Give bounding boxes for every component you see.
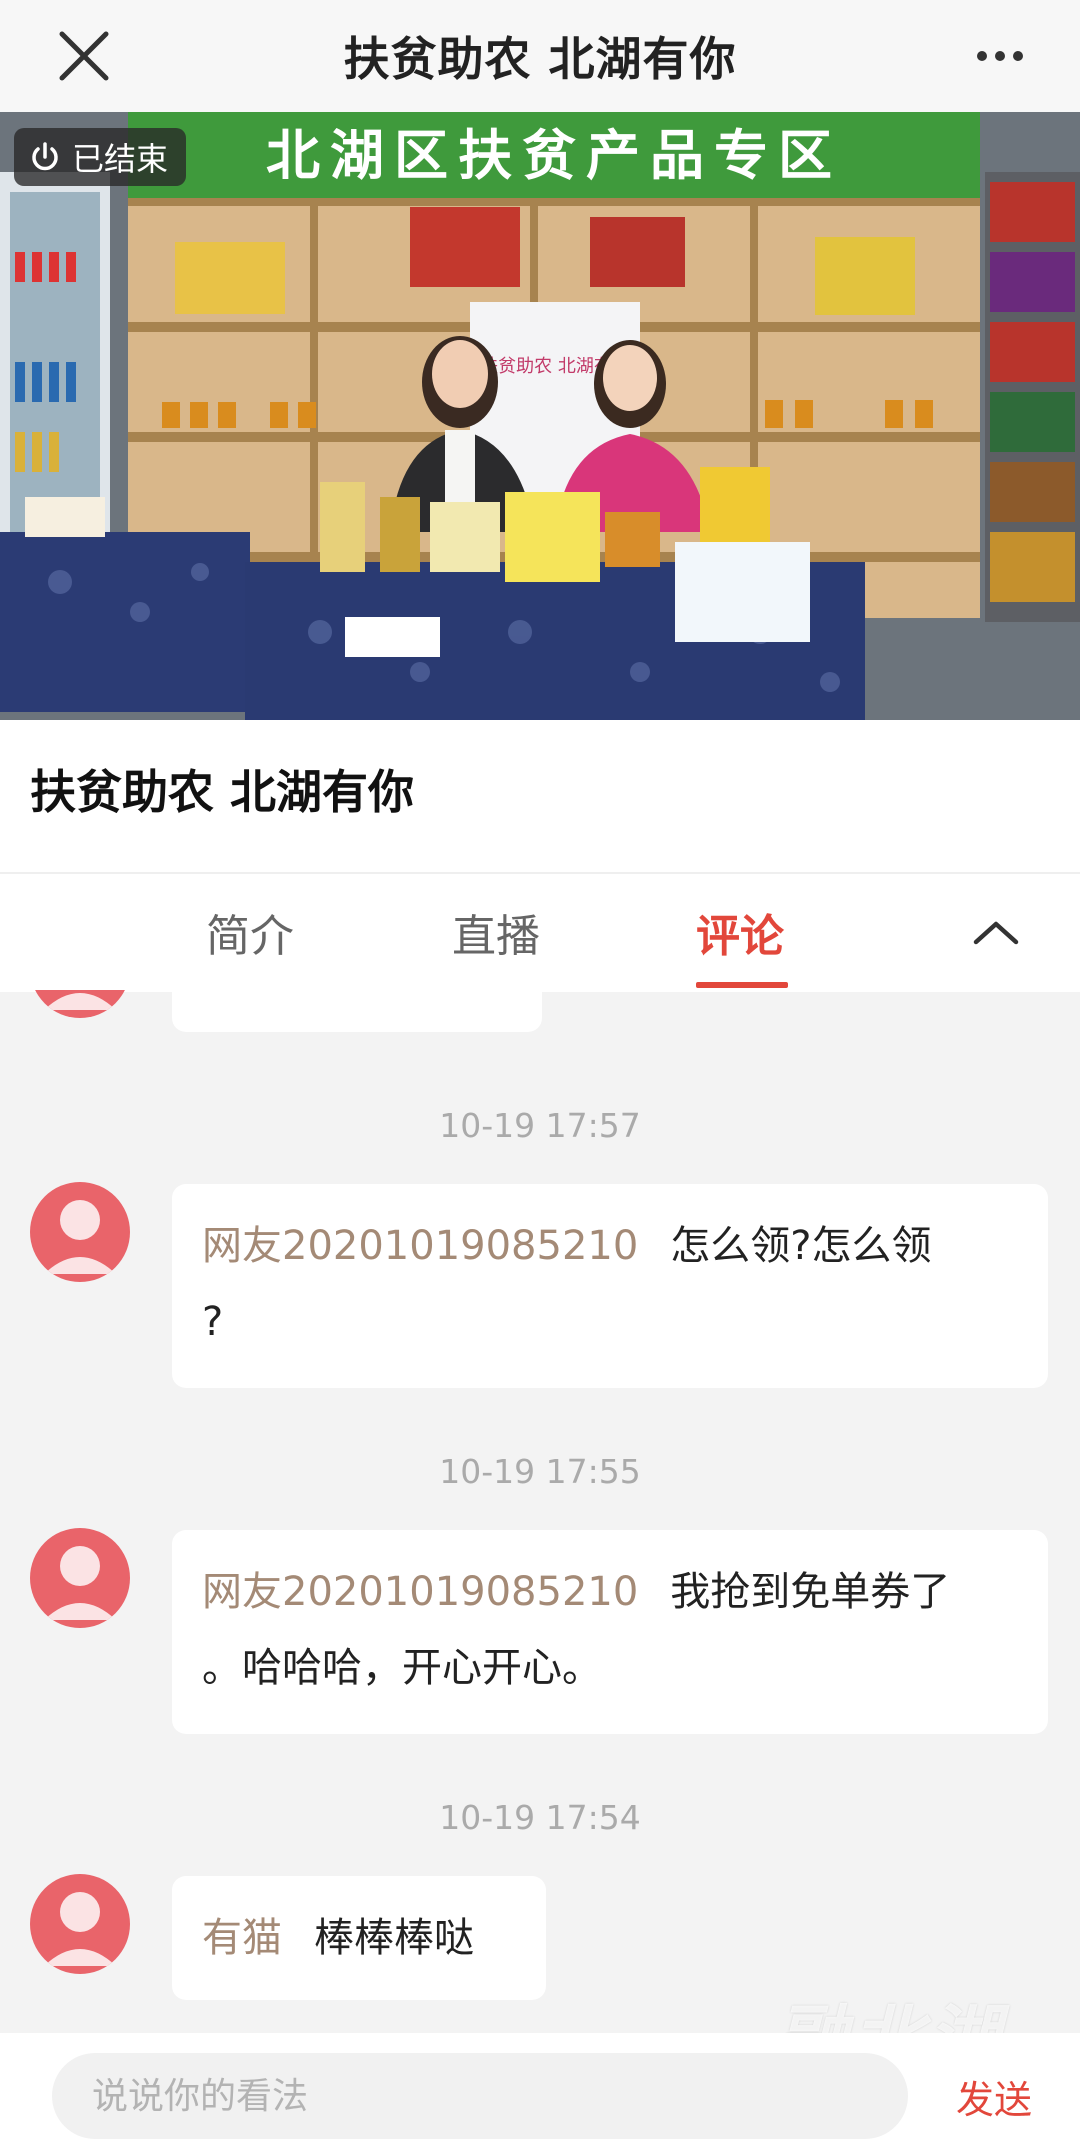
status-badge: 已结束 bbox=[14, 128, 187, 186]
power-icon bbox=[32, 142, 58, 171]
comment-list[interactable]: 10-19 17:57 网友20201019085210 怎么领?怎么领 ? 10… bbox=[0, 990, 1080, 2033]
avatar bbox=[30, 1182, 130, 1282]
comment-text: 怎么领?怎么领 bbox=[670, 1223, 932, 1269]
comment-nickname[interactable]: 网友20201019085210 bbox=[202, 1223, 638, 1269]
comment-timestamp: 10-19 17:55 bbox=[439, 1452, 641, 1491]
comment-timestamp: 10-19 17:57 bbox=[439, 1106, 641, 1145]
comment-input[interactable] bbox=[52, 2053, 908, 2139]
comment-bubble: 网友20201019085210 我抢到免单券了 。哈哈哈，开心开心。 bbox=[172, 1530, 1048, 1734]
video-player[interactable]: 北湖区扶贫产品专区 扶贫助农 北湖有你 bbox=[0, 112, 1080, 720]
comment-timestamp: 10-19 17:54 bbox=[439, 1798, 641, 1837]
comment-text-continued: 。哈哈哈，开心开心。 bbox=[202, 1645, 602, 1691]
live-title-section: 扶贫助农 北湖有你 bbox=[0, 720, 1080, 872]
tab-intro[interactable]: 简介 bbox=[206, 900, 294, 964]
comment-nickname[interactable]: 网友20201019085210 bbox=[202, 1569, 638, 1615]
avatar bbox=[30, 1528, 130, 1628]
comment-text: 棒棒棒哒 bbox=[314, 1915, 474, 1961]
tab-bar: 简介 直播 评论 bbox=[0, 872, 1080, 992]
comment-bubble-partial bbox=[172, 990, 542, 1032]
top-bar: 扶贫助农 北湖有你 bbox=[0, 0, 1080, 112]
banner-text: 北湖区扶贫产品专区 bbox=[266, 124, 842, 187]
comment-bubble: 网友20201019085210 怎么领?怎么领 ? bbox=[172, 1184, 1048, 1388]
close-icon[interactable] bbox=[52, 24, 116, 88]
page-title: 扶贫助农 北湖有你 bbox=[343, 32, 737, 86]
tab-active-indicator bbox=[696, 982, 788, 988]
chevron-up-icon[interactable] bbox=[968, 912, 1024, 952]
more-icon[interactable] bbox=[960, 24, 1040, 88]
tab-live[interactable]: 直播 bbox=[452, 900, 540, 964]
comment-nickname[interactable]: 有猫 bbox=[202, 1915, 282, 1961]
comment-composer: 发送 bbox=[0, 2033, 1080, 2148]
comment-text-continued: ? bbox=[202, 1299, 224, 1345]
live-title: 扶贫助农 北湖有你 bbox=[30, 765, 415, 819]
avatar bbox=[30, 990, 130, 1018]
send-button[interactable]: 发送 bbox=[956, 2069, 1032, 2124]
status-badge-label: 已结束 bbox=[72, 140, 169, 178]
comment-bubble: 有猫 棒棒棒哒 bbox=[172, 1876, 546, 2000]
avatar bbox=[30, 1874, 130, 1974]
comment-text: 我抢到免单券了 bbox=[670, 1569, 951, 1615]
tab-comments[interactable]: 评论 bbox=[696, 900, 784, 964]
